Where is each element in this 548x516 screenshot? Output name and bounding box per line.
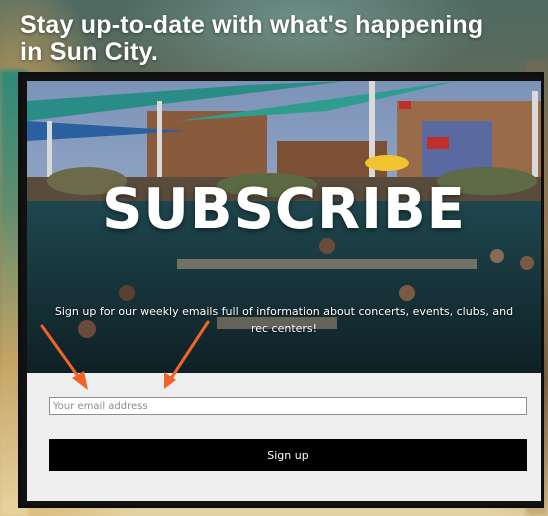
subscribe-description: Sign up for our weekly emails full of in…	[54, 305, 514, 335]
subscribe-title: SUBSCRIBE	[102, 177, 466, 242]
subscribe-form: Sign up	[27, 373, 541, 501]
sign-up-button[interactable]: Sign up	[49, 439, 527, 471]
page-headline: Stay up-to-date with what's happening in…	[20, 11, 484, 66]
hero-image: SUBSCRIBE Sign up for our weekly emails …	[27, 81, 541, 373]
subscribe-card: SUBSCRIBE Sign up for our weekly emails …	[18, 72, 544, 508]
email-input[interactable]	[49, 397, 527, 415]
